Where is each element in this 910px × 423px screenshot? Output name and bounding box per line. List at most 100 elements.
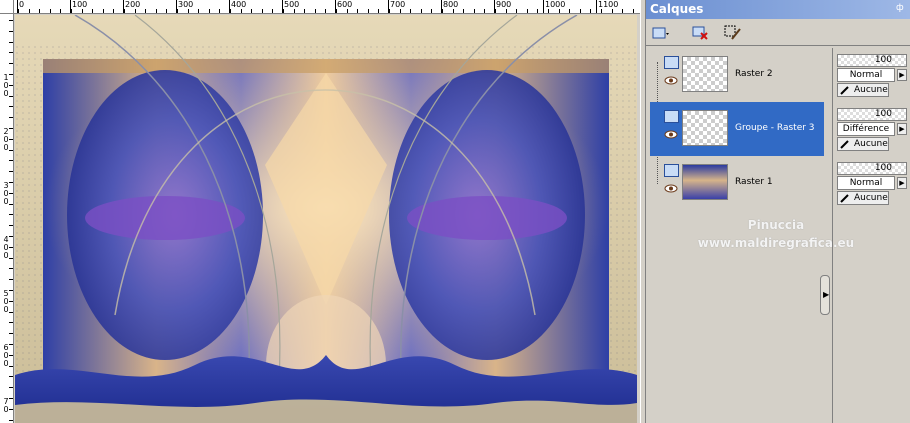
ruler-minor-tick: [400, 9, 401, 13]
ruler-minor-tick: [145, 9, 146, 13]
ruler-tick: 6 0 0: [3, 343, 9, 368]
palette-expand-handle[interactable]: ▶: [820, 275, 830, 315]
pin-icon[interactable]: ф: [896, 3, 904, 13]
ruler-minor-tick: [9, 52, 13, 53]
ruler-minor-tick: [580, 9, 581, 13]
ruler-minor-tick: [82, 9, 83, 13]
ruler-minor-tick: [9, 85, 13, 86]
new-layer-button[interactable]: [650, 23, 672, 43]
ruler-minor-tick: [569, 9, 570, 13]
ruler-minor-tick: [9, 20, 13, 21]
layer-name: Groupe - Raster 3: [735, 123, 815, 133]
ruler-tick: 300: [175, 0, 194, 13]
ruler-tick: 200: [122, 0, 141, 13]
ruler-minor-tick: [124, 9, 125, 13]
blend-mode-arrow-icon[interactable]: ▶: [897, 177, 907, 189]
ruler-minor-tick: [9, 225, 13, 226]
layer-thumbnail: [682, 56, 728, 92]
visibility-eye-icon[interactable]: [664, 184, 678, 193]
layer-row-group-raster-3[interactable]: Groupe - Raster 3: [650, 102, 824, 156]
ruler-minor-tick: [389, 9, 390, 13]
ruler-minor-tick: [527, 9, 528, 13]
ruler-minor-tick: [9, 355, 13, 356]
ruler-minor-tick: [9, 106, 13, 107]
opacity-slider[interactable]: 100: [837, 108, 907, 121]
ruler-minor-tick: [9, 63, 13, 64]
ruler-minor-tick: [612, 9, 613, 13]
ruler-minor-tick: [495, 9, 496, 13]
ruler-minor-tick: [188, 9, 189, 13]
ruler-minor-tick: [484, 9, 485, 13]
delete-layer-button[interactable]: [690, 23, 712, 43]
ruler-minor-tick: [336, 9, 337, 13]
ruler-minor-tick: [9, 117, 13, 118]
ruler-minor-tick: [357, 9, 358, 13]
ruler-minor-tick: [177, 9, 178, 13]
edit-selection-icon: [724, 25, 741, 40]
ruler-left: 1 0 0 2 0 0 3 0 0 4 0 0 5 0 0 6 0 0 7 0: [0, 14, 14, 423]
mask-label: Aucune: [854, 139, 888, 149]
ruler-minor-tick: [9, 258, 13, 259]
ruler-minor-tick: [622, 9, 623, 13]
ruler-minor-tick: [156, 9, 157, 13]
layer-row-raster-1[interactable]: Raster 1: [650, 156, 824, 210]
ruler-minor-tick: [29, 9, 30, 13]
image-window: 0 100 200 300 400 500 600 700 800 900 10…: [0, 0, 640, 423]
ruler-tick: 100: [69, 0, 88, 13]
layers-toolbar: [646, 20, 910, 46]
ruler-minor-tick: [198, 9, 199, 13]
visibility-eye-icon[interactable]: [664, 130, 678, 139]
layer-thumbnail: [682, 110, 728, 146]
ruler-minor-tick: [506, 9, 507, 13]
ruler-minor-tick: [378, 9, 379, 13]
layer-name: Raster 2: [735, 69, 773, 79]
ruler-tick: 700: [387, 0, 406, 13]
chevron-right-icon: ▶: [823, 290, 830, 299]
ruler-minor-tick: [590, 9, 591, 13]
delete-layer-icon: [692, 26, 708, 40]
ruler-minor-tick: [9, 139, 13, 140]
blend-mode-select[interactable]: Normal: [837, 176, 895, 190]
ruler-minor-tick: [9, 268, 13, 269]
visibility-eye-icon[interactable]: [664, 76, 678, 85]
ruler-minor-tick: [559, 9, 560, 13]
ruler-tick: 5 0 0: [3, 289, 9, 314]
ruler-minor-tick: [9, 409, 13, 410]
layer-props-raster-1: 100 Normal ▶ Aucune: [835, 158, 909, 206]
opacity-value: 100: [874, 109, 892, 119]
blend-mode-select[interactable]: Normal: [837, 68, 895, 82]
ruler-minor-tick: [442, 9, 443, 13]
ruler-minor-tick: [347, 9, 348, 13]
ruler-tick: 7 0: [3, 397, 9, 414]
canvas-image[interactable]: [15, 15, 637, 423]
mask-button[interactable]: Aucune: [837, 191, 889, 205]
layer-properties-column: 100 Normal ▶ Aucune 100 Différence ▶ Auc…: [832, 48, 910, 423]
ruler-tick: 1100: [595, 0, 619, 13]
ruler-minor-tick: [9, 301, 13, 302]
opacity-value: 100: [874, 55, 892, 65]
blend-mode-select[interactable]: Différence: [837, 122, 895, 136]
blend-mode-arrow-icon[interactable]: ▶: [897, 123, 907, 135]
layer-props-group-raster-3: 100 Différence ▶ Aucune: [835, 104, 909, 152]
ruler-minor-tick: [9, 279, 13, 280]
ruler-minor-tick: [9, 290, 13, 291]
artwork: [15, 15, 637, 423]
ruler-minor-tick: [601, 9, 602, 13]
opacity-slider[interactable]: 100: [837, 54, 907, 67]
layer-thumbnail: [682, 164, 728, 200]
mask-button[interactable]: Aucune: [837, 83, 889, 97]
ruler-minor-tick: [241, 9, 242, 13]
layer-list: Raster 2 Groupe - Raster 3 Raster 1: [650, 48, 828, 214]
layer-row-raster-2[interactable]: Raster 2: [650, 48, 824, 102]
ruler-minor-tick: [9, 376, 13, 377]
opacity-slider[interactable]: 100: [837, 162, 907, 175]
ruler-minor-tick: [633, 9, 634, 13]
layer-props-raster-2: 100 Normal ▶ Aucune: [835, 50, 909, 98]
mask-button[interactable]: Aucune: [837, 137, 889, 151]
ruler-minor-tick: [50, 9, 51, 13]
psp-workspace: 0 100 200 300 400 500 600 700 800 900 10…: [0, 0, 910, 423]
blend-mode-arrow-icon[interactable]: ▶: [897, 69, 907, 81]
ruler-minor-tick: [431, 9, 432, 13]
ruler-minor-tick: [9, 74, 13, 75]
edit-selection-button[interactable]: [722, 23, 744, 43]
